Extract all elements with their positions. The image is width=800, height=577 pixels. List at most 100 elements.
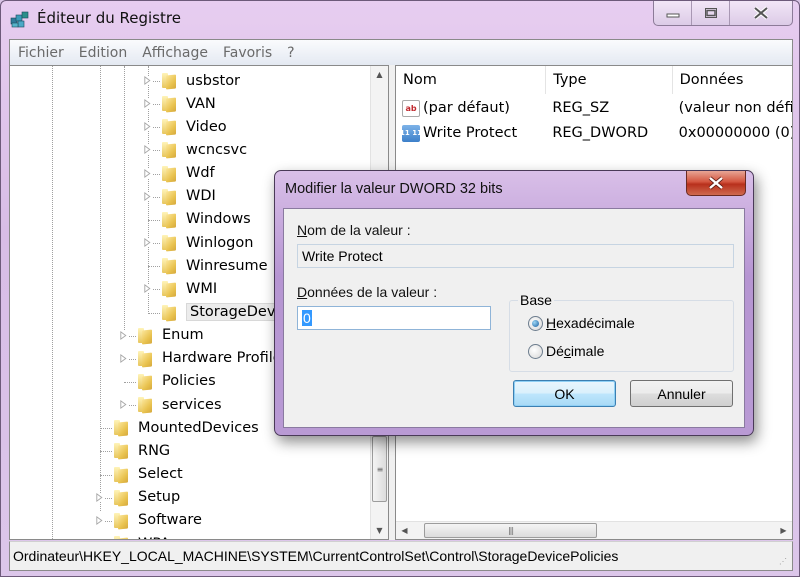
value-name-field: Write Protect (297, 244, 734, 268)
folder-icon (160, 257, 177, 274)
tree-item-label: Winlogon (186, 234, 254, 251)
tree-item-label: Windows (186, 211, 251, 228)
tree-item[interactable]: services (136, 393, 222, 416)
ok-button[interactable]: OK (513, 380, 616, 407)
expand-arrow-icon[interactable] (143, 145, 152, 155)
tree-item[interactable]: Windows (160, 208, 251, 231)
minimize-button[interactable] (654, 1, 692, 25)
folder-icon (160, 304, 177, 321)
expand-arrow-icon[interactable] (95, 515, 104, 525)
current-key-path: Ordinateur\HKEY_LOCAL_MACHINE\SYSTEM\Cur… (13, 548, 619, 564)
folder-icon (160, 188, 177, 205)
column-header-type[interactable]: Type (546, 66, 673, 94)
status-bar: Ordinateur\HKEY_LOCAL_MACHINE\SYSTEM\Cur… (9, 541, 793, 571)
radio-decimal[interactable]: Décimale (528, 343, 604, 359)
scroll-up-arrow-icon[interactable]: ▲ (371, 66, 388, 83)
tree-item[interactable]: wcncsvc (160, 138, 247, 161)
close-button[interactable] (730, 1, 792, 25)
resize-grip-icon[interactable]: ⋰ (779, 557, 789, 567)
label-text: Dé (546, 343, 564, 359)
list-horizontal-scrollbar[interactable]: ◀ ||| ▶ (396, 521, 792, 539)
tree-item-label: WPA (138, 536, 170, 540)
tree-item[interactable]: Winlogon (160, 231, 253, 254)
tree-item[interactable]: Video (160, 115, 227, 138)
expand-arrow-icon[interactable] (143, 76, 152, 85)
edit-dword-dialog: Modifier la valeur DWORD 32 bits Nom de … (274, 170, 754, 436)
expand-arrow-icon[interactable] (143, 99, 152, 109)
expand-arrow-icon[interactable] (119, 353, 128, 363)
tree-item-label: Enum (162, 327, 204, 344)
folder-icon (160, 72, 177, 89)
scroll-right-arrow-icon[interactable]: ▶ (775, 522, 792, 539)
tree-item[interactable]: Winresume (160, 254, 268, 277)
tree-item[interactable]: MountedDevices (112, 416, 259, 439)
menu-bar: Fichier Edition Affichage Favoris ? (9, 39, 793, 65)
folder-icon (136, 327, 153, 344)
menu-file[interactable]: Fichier (18, 43, 64, 63)
expand-arrow-icon[interactable] (119, 330, 128, 340)
dialog-title: Modifier la valeur DWORD 32 bits (285, 181, 503, 197)
tree-item[interactable]: Setup (112, 486, 180, 509)
menu-favorites[interactable]: Favoris (223, 43, 272, 63)
tree-item[interactable]: Select (112, 463, 183, 486)
tree-item[interactable]: usbstor (160, 69, 240, 92)
scroll-left-arrow-icon[interactable]: ◀ (396, 522, 413, 539)
folder-icon (160, 234, 177, 251)
tree-item[interactable]: RNG (112, 439, 170, 462)
folder-icon (160, 165, 177, 182)
title-bar: Éditeur du Registre (1, 1, 799, 39)
expand-arrow-icon[interactable] (143, 284, 152, 294)
tree-item[interactable]: Policies (136, 370, 216, 393)
cancel-button[interactable]: Annuler (630, 380, 733, 407)
menu-edit[interactable]: Edition (79, 43, 127, 63)
value-name-label: Nom de la valeur : (297, 222, 411, 238)
column-header-data[interactable]: Données (673, 66, 792, 94)
scroll-down-arrow-icon[interactable]: ▼ (371, 522, 388, 539)
tree-item[interactable]: Software (112, 509, 202, 532)
folder-icon (160, 280, 177, 297)
expand-arrow-icon[interactable] (143, 122, 152, 132)
tree-item[interactable]: Wdf (160, 162, 215, 185)
folder-icon (160, 211, 177, 228)
tree-guide-line (52, 66, 53, 539)
tree-connector-line (100, 451, 112, 453)
menu-help[interactable]: ? (287, 43, 294, 63)
tree-item[interactable]: VAN (160, 92, 216, 115)
tree-item-label: WMI (186, 280, 218, 297)
expand-arrow-icon[interactable] (143, 238, 152, 248)
menu-view[interactable]: Affichage (142, 43, 208, 63)
list-row[interactable]: ab (par défaut) REG_SZ (valeur non défin… (396, 96, 792, 120)
tree-scroll-thumb[interactable]: ≡ (372, 436, 387, 502)
tree-item[interactable]: Enum (136, 324, 204, 347)
list-row[interactable]: 011 110 Write Protect REG_DWORD 0x000000… (396, 121, 792, 145)
tree-item-label: VAN (186, 95, 216, 112)
tree-item-label: Policies (162, 373, 216, 390)
expand-arrow-icon[interactable] (95, 492, 104, 502)
value-data-input[interactable]: 0 (297, 306, 491, 330)
tree-item-label: Video (186, 118, 227, 135)
tree-item[interactable]: WMI (160, 277, 217, 300)
folder-icon (136, 373, 153, 390)
expand-arrow-icon[interactable] (143, 168, 152, 178)
dialog-close-button[interactable] (686, 171, 746, 196)
expand-arrow-icon[interactable] (143, 191, 152, 201)
tree-item[interactable]: WPA (112, 532, 170, 540)
maximize-button[interactable] (692, 1, 730, 25)
folder-icon (112, 512, 129, 529)
column-header-name[interactable]: Nom (396, 66, 547, 94)
folder-icon (160, 118, 177, 135)
dialog-body: Nom de la valeur : Write Protect Données… (283, 208, 745, 428)
close-icon (708, 176, 724, 190)
minimize-icon (666, 13, 679, 18)
tree-item[interactable]: WDI (160, 185, 216, 208)
radio-hexadecimal[interactable]: Hexadécimale (528, 315, 635, 331)
tree-item[interactable]: Hardware Profiles (136, 347, 289, 370)
expand-arrow-icon[interactable] (119, 400, 128, 410)
label-text: om de la valeur : (307, 222, 411, 238)
tree-connector-line (148, 266, 160, 268)
radio-checked-icon[interactable] (528, 315, 543, 331)
registry-editor-icon (10, 11, 29, 28)
tree-item-label: MountedDevices (138, 419, 259, 436)
radio-unchecked-icon[interactable] (528, 343, 543, 359)
list-scroll-thumb[interactable]: ||| (424, 523, 597, 538)
